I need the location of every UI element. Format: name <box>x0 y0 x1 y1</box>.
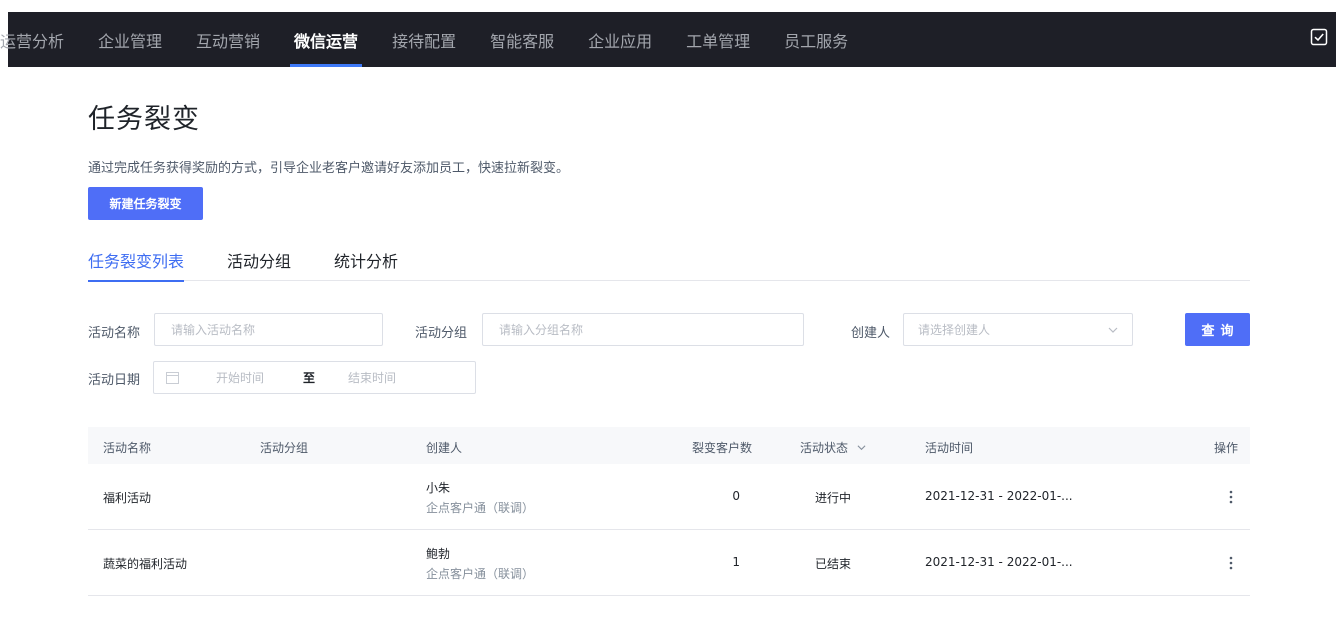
checkbox-icon[interactable] <box>1310 28 1328 46</box>
page-title: 任务裂变 <box>88 104 200 135</box>
nav-item-enterprise-apps[interactable]: 企业应用 <box>571 12 669 67</box>
activity-time-cell: 2021-12-31 - 2022-01-... <box>925 489 1073 503</box>
nav-item-smart-service[interactable]: 智能客服 <box>473 12 571 67</box>
activity-name-input[interactable] <box>154 313 383 346</box>
column-header-action: 操作 <box>1213 441 1238 455</box>
top-nav-bar: 运营分析 企业管理 互动营销 微信运营 接待配置 智能客服 企业应用 工单管理 … <box>0 12 1336 67</box>
activity-name-cell: 蔬菜的福利活动 <box>103 557 188 571</box>
creator-org-cell: 企点客户通（联调） <box>426 501 535 515</box>
activity-group-input[interactable] <box>482 313 804 346</box>
chevron-down-icon <box>1108 327 1118 333</box>
activity-group-label: 活动分组 <box>415 326 468 341</box>
calendar-icon <box>166 372 179 384</box>
nav-item-reception-config[interactable]: 接待配置 <box>375 12 473 67</box>
activity-date-label: 活动日期 <box>88 373 141 388</box>
creator-name-cell: 鲍勃 <box>426 547 451 561</box>
creator-label: 创建人 <box>851 326 891 341</box>
date-start-placeholder[interactable]: 开始时间 <box>216 369 264 386</box>
more-actions-icon[interactable] <box>1229 556 1233 570</box>
more-actions-icon[interactable] <box>1229 490 1233 504</box>
query-button[interactable]: 查询 <box>1185 313 1250 346</box>
creator-select-placeholder: 请选择创建人 <box>918 323 991 337</box>
tab-activity-groups[interactable]: 活动分组 <box>227 247 291 281</box>
tab-bar: 任务裂变列表 活动分组 统计分析 <box>88 247 1250 282</box>
activity-time-cell: 2021-12-31 - 2022-01-... <box>925 555 1073 569</box>
column-header-name: 活动名称 <box>103 441 152 455</box>
nav-item-interactive-marketing[interactable]: 互动营销 <box>179 12 277 67</box>
status-cell: 已结束 <box>815 557 852 571</box>
table-row: 福利活动 小朱 企点客户通（联调） 0 进行中 2021-12-31 - 202… <box>88 464 1250 530</box>
column-header-creator: 创建人 <box>426 441 463 455</box>
date-end-placeholder[interactable]: 结束时间 <box>348 369 396 386</box>
tab-task-fission-list[interactable]: 任务裂变列表 <box>88 247 185 282</box>
nav-item-operation-analysis[interactable]: 运营分析 <box>0 12 81 67</box>
column-header-time: 活动时间 <box>925 441 974 455</box>
creator-org-cell: 企点客户通（联调） <box>426 567 535 581</box>
column-header-status[interactable]: 活动状态 <box>800 439 866 456</box>
column-header-count: 裂变客户数 <box>691 441 752 455</box>
nav-item-ticket-management[interactable]: 工单管理 <box>669 12 767 67</box>
nav-item-employee-service[interactable]: 员工服务 <box>767 12 865 67</box>
activity-date-range-picker[interactable]: 开始时间 至 结束时间 <box>153 361 476 394</box>
page-description: 通过完成任务获得奖励的方式，引导企业老客户邀请好友添加员工，快速拉新裂变。 <box>88 161 570 176</box>
chevron-down-icon[interactable] <box>857 443 866 452</box>
column-header-status-label: 活动状态 <box>800 441 849 455</box>
nav-item-wechat-operation[interactable]: 微信运营 <box>277 12 375 67</box>
status-cell: 进行中 <box>815 491 852 505</box>
fission-count-cell: 1 <box>732 555 740 569</box>
table-header: 活动名称 活动分组 创建人 裂变客户数 活动状态 活动时间 操作 <box>88 427 1250 464</box>
activity-name-cell: 福利活动 <box>103 491 152 505</box>
fission-count-cell: 0 <box>732 489 740 503</box>
activity-name-label: 活动名称 <box>88 326 141 341</box>
new-task-fission-button[interactable]: 新建任务裂变 <box>88 187 203 220</box>
date-separator: 至 <box>303 371 316 385</box>
table-row: 蔬菜的福利活动 鲍勃 企点客户通（联调） 1 已结束 2021-12-31 - … <box>88 530 1250 596</box>
column-header-group: 活动分组 <box>260 441 309 455</box>
creator-name-cell: 小朱 <box>426 481 451 495</box>
nav-item-enterprise-management[interactable]: 企业管理 <box>81 12 179 67</box>
creator-select[interactable]: 请选择创建人 <box>903 313 1133 346</box>
tab-statistics[interactable]: 统计分析 <box>334 247 398 281</box>
